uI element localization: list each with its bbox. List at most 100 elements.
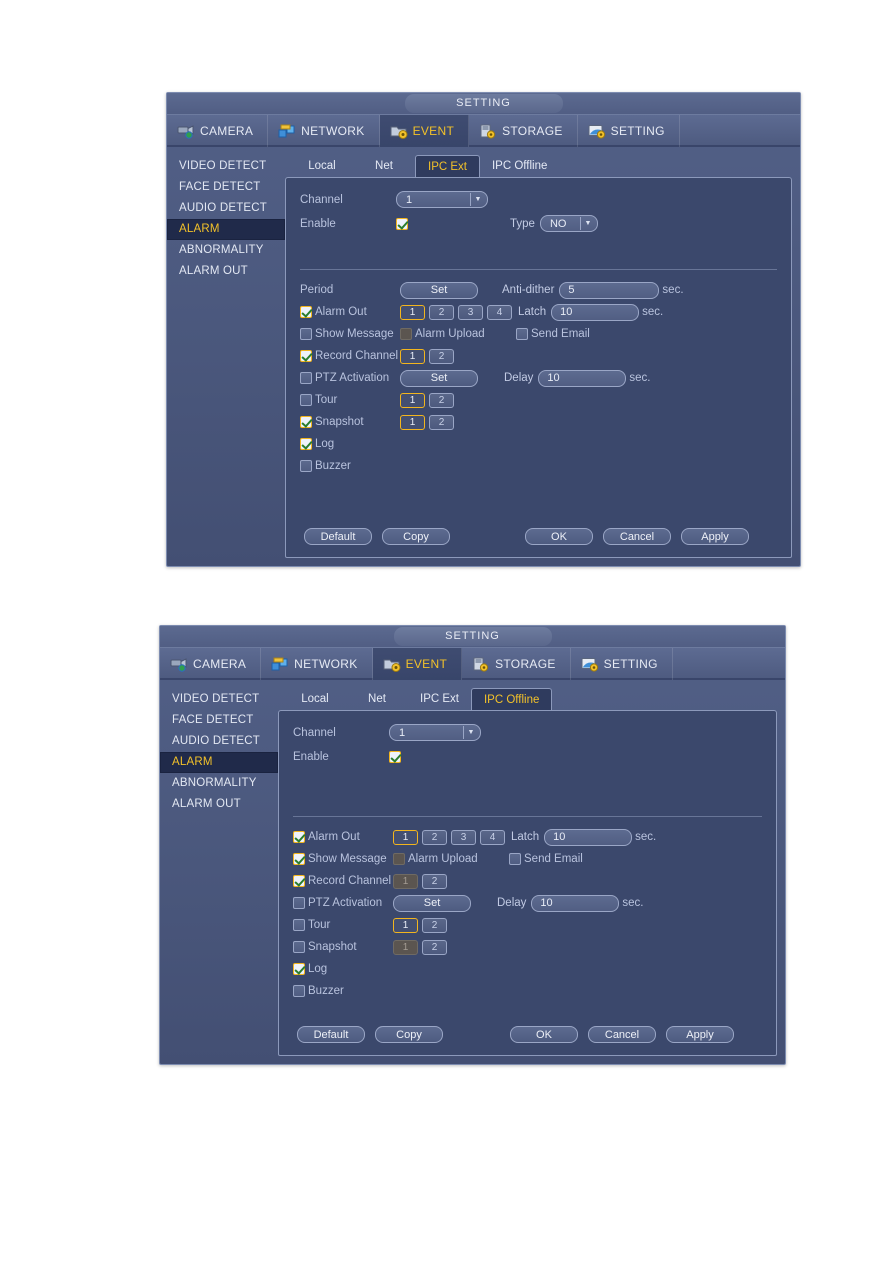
tour-checkbox[interactable] [293, 919, 305, 931]
record-channel-1[interactable]: 1 [393, 873, 418, 889]
nav-tab-storage[interactable]: STORAGE [469, 115, 578, 147]
show-message-checkbox[interactable] [300, 328, 312, 340]
log-toggle[interactable]: Log [293, 963, 393, 975]
ptz-activation-toggle[interactable]: PTZ Activation [293, 897, 393, 909]
copy-button[interactable]: Copy [382, 528, 450, 545]
alarm-out-channel-4[interactable]: 4 [487, 304, 512, 320]
anti-dither-input[interactable]: 5 [559, 281, 660, 299]
sidebar-item-face-detect[interactable]: FACE DETECT [160, 710, 278, 731]
alarm-out-channel-2[interactable]: 2 [422, 829, 447, 845]
latch-input[interactable]: 10 [551, 303, 640, 321]
apply-button[interactable]: Apply [681, 528, 749, 545]
show-message-checkbox[interactable] [293, 853, 305, 865]
ok-button[interactable]: OK [525, 528, 593, 545]
alarm-out-channel-1[interactable]: 1 [400, 304, 425, 320]
snapshot-channel-2[interactable]: 2 [429, 414, 454, 430]
log-checkbox[interactable] [300, 438, 312, 450]
type-select[interactable]: NO ▼ [539, 215, 598, 232]
record-channel-checkbox[interactable] [300, 350, 312, 362]
snapshot-checkbox[interactable] [293, 941, 305, 953]
tour-channel-1[interactable]: 1 [393, 917, 418, 933]
nav-tab-camera[interactable]: CAMERA [167, 115, 269, 147]
tour-channel-2[interactable]: 2 [429, 392, 454, 408]
log-checkbox[interactable] [293, 963, 305, 975]
sidebar-item-face-detect[interactable]: FACE DETECT [167, 177, 285, 198]
default-button[interactable]: Default [304, 528, 372, 545]
cancel-button[interactable]: Cancel [588, 1026, 656, 1043]
log-toggle[interactable]: Log [300, 438, 400, 450]
nav-tab-event[interactable]: EVENT [379, 115, 470, 147]
send-email-toggle[interactable]: Send Email [516, 328, 590, 340]
sidebar-item-abnormality[interactable]: ABNORMALITY [160, 773, 278, 794]
apply-button[interactable]: Apply [666, 1026, 734, 1043]
tab-ipc-ext[interactable]: IPC Ext [415, 155, 480, 177]
tour-channel-1[interactable]: 1 [400, 392, 425, 408]
snapshot-toggle[interactable]: Snapshot [300, 416, 400, 428]
record-channel-checkbox[interactable] [293, 875, 305, 887]
sidebar-item-alarm[interactable]: ALARM [160, 752, 278, 773]
sidebar-item-alarm-out[interactable]: ALARM OUT [167, 261, 285, 282]
ptz-activation-toggle[interactable]: PTZ Activation [300, 372, 400, 384]
ptz-set-button[interactable]: Set [400, 369, 478, 387]
send-email-checkbox[interactable] [509, 853, 521, 865]
nav-tab-storage[interactable]: STORAGE [462, 648, 571, 680]
sidebar-item-alarm-out[interactable]: ALARM OUT [160, 794, 278, 815]
record-channel-2[interactable]: 2 [422, 873, 447, 889]
enable-checkbox[interactable] [389, 750, 401, 763]
snapshot-channel-2[interactable]: 2 [422, 939, 447, 955]
ptz-activation-checkbox[interactable] [293, 897, 305, 909]
send-email-checkbox[interactable] [516, 328, 528, 340]
buzzer-checkbox[interactable] [293, 985, 305, 997]
channel-select[interactable]: 1 ▼ [389, 724, 481, 741]
record-channel-toggle[interactable]: Record Channel [300, 350, 400, 362]
alarm-out-channel-4[interactable]: 4 [480, 829, 505, 845]
show-message-toggle[interactable]: Show Message [293, 853, 393, 865]
channel-select[interactable]: 1 ▼ [396, 191, 488, 208]
default-button[interactable]: Default [297, 1026, 365, 1043]
sidebar-item-alarm[interactable]: ALARM [167, 219, 285, 240]
tab-net[interactable]: Net [346, 688, 408, 710]
buzzer-toggle[interactable]: Buzzer [293, 985, 393, 997]
send-email-toggle[interactable]: Send Email [509, 853, 583, 865]
nav-tab-camera[interactable]: CAMERA [160, 648, 262, 680]
delay-input[interactable]: 10 [538, 369, 627, 387]
tour-toggle[interactable]: Tour [300, 394, 400, 406]
snapshot-checkbox[interactable] [300, 416, 312, 428]
snapshot-toggle[interactable]: Snapshot [293, 941, 393, 953]
nav-tab-setting[interactable]: SETTING [571, 648, 673, 680]
latch-input[interactable]: 10 [544, 828, 633, 846]
copy-button[interactable]: Copy [375, 1026, 443, 1043]
nav-tab-network[interactable]: NETWORK [261, 648, 373, 680]
tab-local[interactable]: Local [284, 688, 346, 710]
tour-toggle[interactable]: Tour [293, 919, 393, 931]
ok-button[interactable]: OK [510, 1026, 578, 1043]
delay-input[interactable]: 10 [531, 894, 620, 912]
period-set-button[interactable]: Set [400, 281, 478, 299]
tab-ipc-offline[interactable]: IPC Offline [480, 155, 559, 177]
tab-local[interactable]: Local [291, 155, 353, 177]
alarm-out-toggle[interactable]: Alarm Out [293, 831, 393, 843]
sidebar-item-video-detect[interactable]: VIDEO DETECT [167, 156, 285, 177]
cancel-button[interactable]: Cancel [603, 528, 671, 545]
nav-tab-setting[interactable]: SETTING [578, 115, 680, 147]
alarm-out-channel-3[interactable]: 3 [458, 304, 483, 320]
alarm-out-channel-1[interactable]: 1 [393, 829, 418, 845]
alarm-out-toggle[interactable]: Alarm Out [300, 306, 400, 318]
nav-tab-event[interactable]: EVENT [372, 648, 463, 680]
tab-ipc-ext[interactable]: IPC Ext [408, 688, 471, 710]
sidebar-item-audio-detect[interactable]: AUDIO DETECT [167, 198, 285, 219]
alarm-out-channel-2[interactable]: 2 [429, 304, 454, 320]
tour-checkbox[interactable] [300, 394, 312, 406]
buzzer-checkbox[interactable] [300, 460, 312, 472]
ptz-activation-checkbox[interactable] [300, 372, 312, 384]
tour-channel-2[interactable]: 2 [422, 917, 447, 933]
snapshot-channel-1[interactable]: 1 [393, 939, 418, 955]
nav-tab-network[interactable]: NETWORK [268, 115, 380, 147]
tab-net[interactable]: Net [353, 155, 415, 177]
snapshot-channel-1[interactable]: 1 [400, 414, 425, 430]
sidebar-item-video-detect[interactable]: VIDEO DETECT [160, 689, 278, 710]
record-channel-1[interactable]: 1 [400, 348, 425, 364]
alarm-out-channel-3[interactable]: 3 [451, 829, 476, 845]
sidebar-item-audio-detect[interactable]: AUDIO DETECT [160, 731, 278, 752]
buzzer-toggle[interactable]: Buzzer [300, 460, 400, 472]
